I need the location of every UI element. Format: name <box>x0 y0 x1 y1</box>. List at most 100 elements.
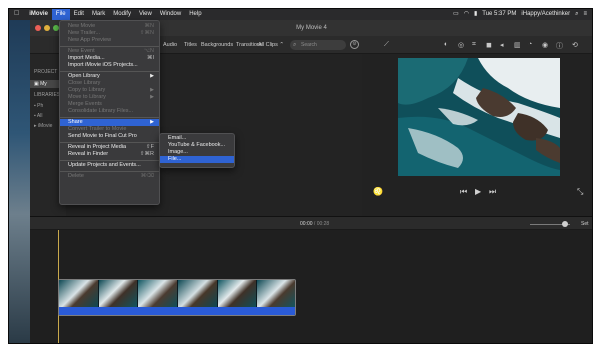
clip-thumbnail <box>59 280 99 307</box>
enhance-wand-icon[interactable]: ⟋ <box>384 41 389 49</box>
search-placeholder: Search <box>301 42 317 48</box>
user-name[interactable]: iHappy/Acethinker <box>521 8 570 20</box>
status-area: ▭ ◠ ▮ Tue 5:37 PM iHappy/Acethinker ⌕ ≡ <box>453 8 593 20</box>
clip-thumbnail <box>178 280 218 307</box>
menu-separator <box>60 141 159 143</box>
menu-item-label: Delete <box>68 173 84 179</box>
skip-forward-icon[interactable]: ⏭ <box>489 187 496 197</box>
apple-menu-icon[interactable]:  <box>8 8 25 20</box>
screenshot-frame:  iMovie File Edit Mark Modify View Wind… <box>0 0 600 352</box>
menu-file[interactable]: File <box>51 8 70 20</box>
menu-item-label: Merge Events <box>68 101 102 107</box>
menu-item-delete: Delete ⌘⌫ <box>60 173 159 180</box>
share-item-file[interactable]: File... <box>160 156 234 163</box>
menu-item-import-imovie-ios-projects[interactable]: Import iMovie iOS Projects... <box>60 62 159 69</box>
filter-icon[interactable]: ◉ <box>542 41 548 49</box>
window-title: My Movie 4 <box>296 25 327 31</box>
play-icon[interactable]: ▶ <box>475 187 481 196</box>
current-time: 00:00 <box>300 221 313 227</box>
menu-item-label: Reveal in Project Media <box>68 144 127 150</box>
tab-audio[interactable]: Audio <box>163 42 177 48</box>
menu-separator <box>60 116 159 118</box>
skip-back-icon[interactable]: ⏮ <box>460 187 467 197</box>
minimize-window-icon[interactable] <box>44 25 50 31</box>
sidebar-item-label: Ph <box>37 103 44 109</box>
menu-item-new-event: New Event ⌥N <box>60 48 159 55</box>
menu-shortcut: ⇧F <box>146 144 154 150</box>
menu-item-copy-to-library: Copy to Library ▶ <box>60 87 159 94</box>
menu-help[interactable]: Help <box>185 8 205 20</box>
menu-item-reveal-in-finder[interactable]: Reveal in Finder ⇧⌘R <box>60 151 159 158</box>
sidebar-item-photos[interactable]: ▪ Ph <box>34 103 43 109</box>
clips-filter-label: All Clips <box>258 42 278 48</box>
menu-item-label: Import iMovie iOS Projects... <box>68 62 138 68</box>
timeline-video-clip[interactable] <box>58 279 296 316</box>
menu-shortcut: ⇧⌘R <box>139 151 154 157</box>
menu-item-consolidate-library-files: Consolidate Library Files... <box>60 108 159 115</box>
gear-icon[interactable]: ⚙ <box>350 40 359 49</box>
search-input[interactable]: ⌕ Search <box>290 40 346 50</box>
menu-item-convert-trailer-to-movie: Convert Trailer to Movie <box>60 126 159 133</box>
zoom-slider-knob[interactable] <box>562 221 568 227</box>
timeline-settings-button[interactable]: Set <box>581 221 589 227</box>
noise-reduction-icon[interactable]: ▥ <box>514 41 521 49</box>
cast-icon[interactable]: ▭ <box>453 8 459 20</box>
sidebar-item-imovie[interactable]: ▸ iMovie <box>34 123 52 129</box>
menu-window[interactable]: Window <box>156 8 185 20</box>
menu-item-label: New Event <box>68 48 95 54</box>
reset-all-button[interactable]: ⟲ <box>572 41 578 49</box>
control-center-icon[interactable]: ≡ <box>583 8 587 20</box>
menu-view[interactable]: View <box>135 8 156 20</box>
color-correction-icon[interactable]: ◎ <box>458 41 464 49</box>
menu-modify[interactable]: Modify <box>109 8 135 20</box>
menu-item-import-media[interactable]: Import Media... ⌘I <box>60 55 159 62</box>
clock[interactable]: Tue 5:37 PM <box>482 8 516 20</box>
libraries-header: LIBRARIES <box>34 92 61 98</box>
menu-item-label: Move to Library <box>68 94 106 100</box>
spotlight-icon[interactable]: ⌕ <box>575 8 578 20</box>
color-balance-icon[interactable]: ◐ <box>444 41 448 48</box>
close-window-icon[interactable] <box>35 25 41 31</box>
volume-icon[interactable]: ◂ <box>500 41 504 49</box>
menu-item-label: New Movie <box>68 23 96 29</box>
menu-shortcut: ⇧⌘N <box>139 30 154 36</box>
clip-audio-track[interactable] <box>59 307 295 315</box>
menu-item-open-library[interactable]: Open Library ▶ <box>60 73 159 80</box>
share-item-email[interactable]: Email... <box>160 135 234 142</box>
wifi-icon[interactable]: ◠ <box>464 8 469 20</box>
file-menu-dropdown: New Movie ⌘N New Trailer... ⇧⌘N New App Prev… <box>59 20 160 205</box>
sidebar-item-label: My <box>40 81 47 87</box>
submenu-arrow-icon: ▶ <box>150 87 154 93</box>
menu-shortcut: ⌥N <box>143 48 154 54</box>
clip-thumbnail <box>98 280 139 307</box>
tab-backgrounds[interactable]: Backgrounds <box>201 42 233 48</box>
share-item-image[interactable]: Image... <box>160 149 234 156</box>
clips-filter-dropdown[interactable]: All Clips ⌃ <box>258 42 284 48</box>
fullscreen-icon[interactable]: ⤡ <box>577 187 583 197</box>
menu-item-merge-events: Merge Events <box>60 101 159 108</box>
menu-separator <box>60 159 159 161</box>
clip-thumbnail <box>257 280 295 307</box>
timeline-area[interactable] <box>30 230 593 344</box>
menu-item-update-projects-and-events[interactable]: Update Projects and Events... <box>60 162 159 169</box>
share-item-youtube-facebook[interactable]: YouTube & Facebook... <box>160 142 234 149</box>
menu-item-label: Convert Trailer to Movie <box>68 126 127 132</box>
crop-icon[interactable]: ⌗ <box>472 41 476 49</box>
battery-icon[interactable]: ▮ <box>474 8 477 20</box>
speed-icon[interactable]: ◔ <box>528 41 532 48</box>
viewer-toolbar: ⟋ ◐ ◎ ⌗ ◼ ◂ ▥ ◔ ◉ ⓘ ⟲ <box>362 36 593 54</box>
menu-mark[interactable]: Mark <box>88 8 109 20</box>
menu-item-send-movie-to-final-cut-pro[interactable]: Send Movie to Final Cut Pro <box>60 133 159 140</box>
stabilization-icon[interactable]: ◼ <box>486 41 492 49</box>
tab-titles[interactable]: Titles <box>184 42 197 48</box>
video-viewer: ♌ ⏮ ▶ ⏭ ⤡ <box>362 54 593 216</box>
menu-item-share[interactable]: Share ▶ <box>60 119 159 126</box>
microphone-icon[interactable]: ♌ <box>373 187 383 196</box>
sidebar-item-all[interactable]: ▪ All <box>34 113 42 119</box>
app-menu[interactable]: iMovie <box>25 8 52 20</box>
menu-edit[interactable]: Edit <box>70 8 88 20</box>
menu-shortcut: ⌘N <box>144 23 154 29</box>
info-icon[interactable]: ⓘ <box>556 41 563 51</box>
menu-item-label: New App Preview <box>68 37 112 43</box>
menu-item-reveal-in-project-media[interactable]: Reveal in Project Media ⇧F <box>60 144 159 151</box>
